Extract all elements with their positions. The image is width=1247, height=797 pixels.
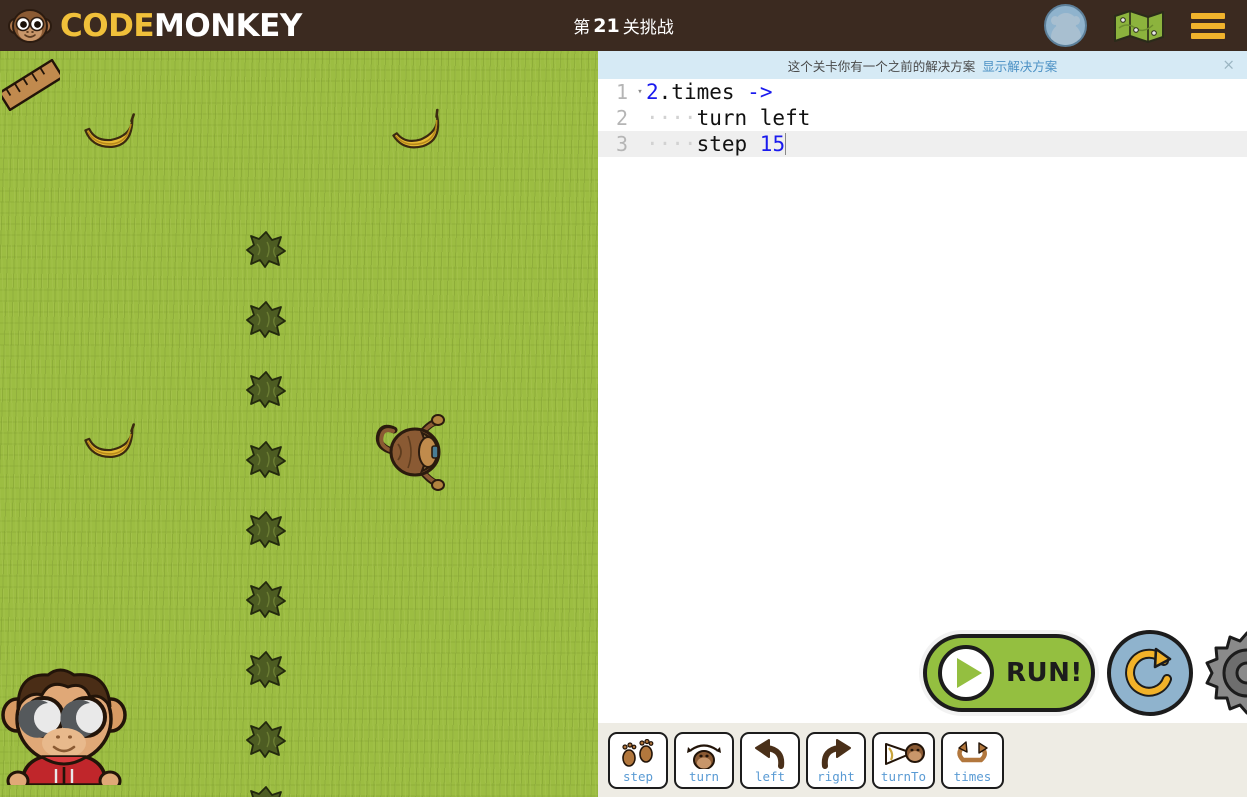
command-button-right[interactable]: right [806,731,866,789]
command-button-turn[interactable]: turn [674,731,734,789]
reset-button[interactable] [1107,630,1193,716]
bush-obstacle[interactable] [245,299,287,339]
hamburger-menu-icon[interactable] [1191,12,1225,39]
command-label: left [754,768,786,784]
footprints-icon [611,738,665,770]
avatar-body [1050,23,1081,45]
logo-code-text: CODE [60,7,155,44]
title-suffix: 关挑战 [622,18,674,38]
run-button-label: RUN! [1006,658,1083,688]
command-label: turn [688,768,720,784]
command-button-step[interactable]: step [608,731,668,789]
token-number: 2 [646,80,659,104]
burger-line-1 [1191,12,1225,19]
turn-to-target-icon [877,738,931,770]
title-prefix: 第 [573,18,591,38]
code-line[interactable]: 2 ····turn left [598,105,1247,131]
bush-obstacle[interactable] [245,509,287,549]
command-label: times [953,768,992,784]
loop-arrows-icon [946,738,1000,770]
bush-obstacle[interactable] [245,439,287,479]
run-controls: RUN! [917,623,1247,723]
fold-toggle-icon[interactable]: ▾ [634,79,646,105]
token-text: step [696,132,760,156]
bush-obstacle[interactable] [245,649,287,689]
command-button-turnto[interactable]: turnTo [872,731,935,789]
close-icon[interactable]: × [1222,57,1235,73]
avatar[interactable] [1044,4,1087,47]
show-solution-link[interactable]: 显示解决方案 [982,56,1057,75]
indent-guide: ···· [646,106,697,130]
line-number: 2 [615,106,628,130]
code-line[interactable]: 1 ▾ 2.times -> [598,79,1247,105]
text-cursor [785,133,787,155]
previous-solution-notice: 这个关卡你有一个之前的解决方案 显示解决方案 × [598,51,1247,79]
header-actions [1044,0,1247,51]
notice-message: 这个关卡你有一个之前的解决方案 [787,58,976,74]
indent-guide: ···· [646,132,697,156]
turn-monkey-icon [677,738,731,770]
code-line-active[interactable]: 3 ····step 15 [598,131,1247,157]
ruler-tool[interactable] [0,58,65,112]
token-text: turn left [696,106,811,130]
command-label: turnTo [880,768,927,784]
monkey-player[interactable] [370,406,456,498]
bush-obstacle[interactable] [245,229,287,269]
command-label: right [817,768,855,784]
right-panel: 这个关卡你有一个之前的解决方案 显示解决方案 × 1 ▾ 2.times -> … [598,51,1247,797]
arrow-right-curve-icon [809,738,863,770]
game-canvas[interactable] [0,51,598,797]
command-toolbar: step turn left right turnTo times [598,723,1247,797]
title-level-number: 21 [593,14,620,37]
token-text: .times [658,80,748,104]
banana-item[interactable] [78,109,143,157]
map-icon[interactable] [1113,8,1165,44]
code-editor[interactable]: 1 ▾ 2.times -> 2 ····turn left 3 ····ste… [598,79,1247,674]
bush-obstacle[interactable] [245,719,287,759]
burger-line-2 [1191,22,1225,29]
bush-obstacle[interactable] [245,369,287,409]
play-triangle [957,658,982,688]
burger-line-3 [1191,32,1225,39]
bush-obstacle[interactable] [245,579,287,619]
token-arrow: -> [747,80,773,104]
command-button-left[interactable]: left [740,731,800,789]
settings-button[interactable] [1205,631,1247,715]
logo[interactable]: CODEMONKEY [0,6,302,46]
command-label: step [622,768,654,784]
logo-monkey-text: MONKEY [154,7,302,44]
gear-icon [1205,631,1247,715]
line-number: 3 [615,132,628,156]
bush-obstacle[interactable] [245,784,287,797]
logo-wordmark: CODEMONKEY [60,8,302,44]
banana-item[interactable] [78,419,143,467]
codemonkey-app: CODEMONKEY 第 21 关挑战 这个关卡你有一个之前的解决方案 显示解决… [0,0,1247,797]
line-content: 2.times -> [646,79,772,105]
arrow-left-curve-icon [743,738,797,770]
reset-icon [1125,647,1172,697]
top-header-bar: CODEMONKEY 第 21 关挑战 [0,0,1247,51]
codemonkey-logo-icon [8,6,52,46]
command-button-times[interactable]: times [941,731,1004,789]
token-number: 15 [759,132,786,156]
run-button[interactable]: RUN! [923,634,1095,712]
play-icon [938,645,994,701]
helper-monkey-avatar[interactable] [0,667,130,792]
line-content: ····turn left [646,105,810,131]
line-content: ····step 15 [646,131,787,157]
line-number: 1 [615,80,628,104]
